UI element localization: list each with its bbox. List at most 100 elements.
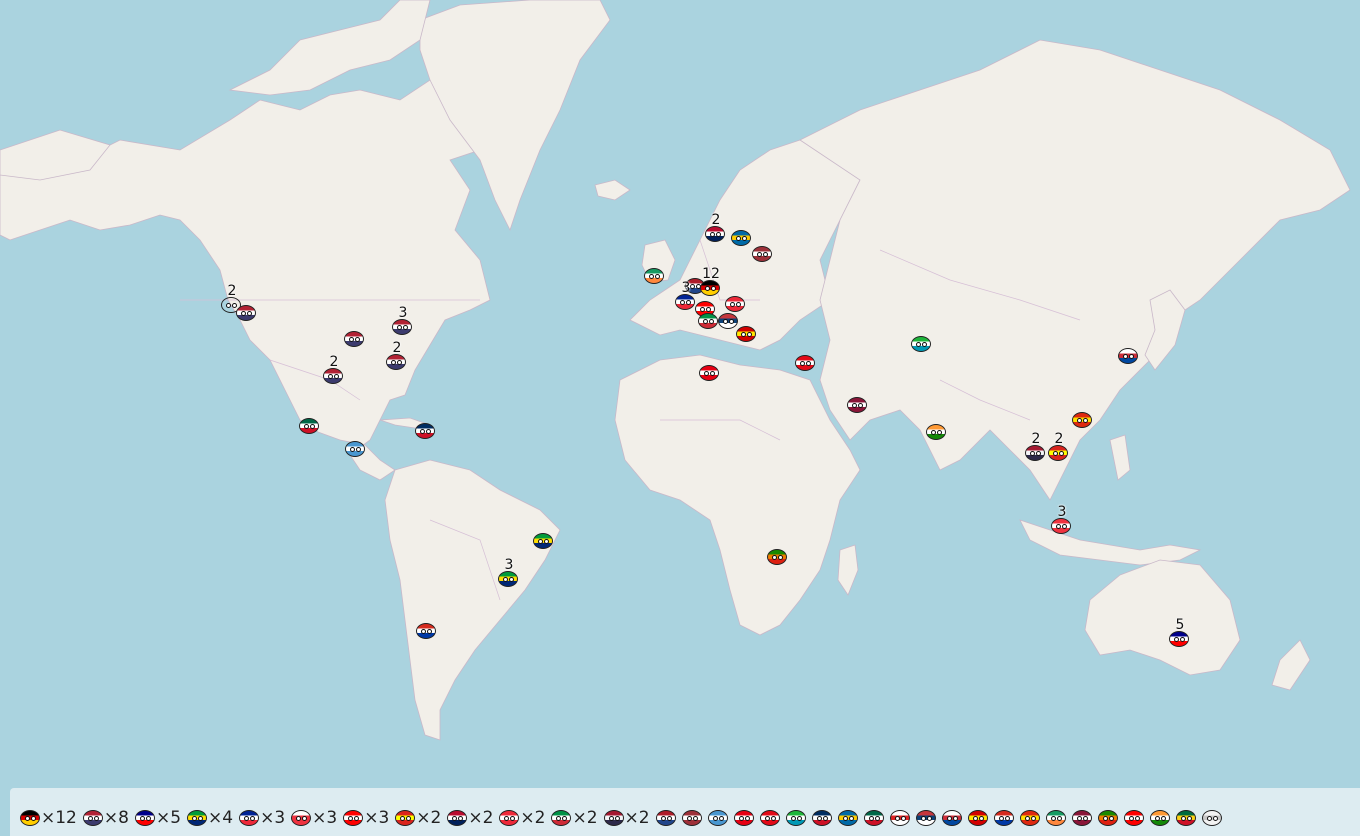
map-marker-sweden[interactable] bbox=[731, 226, 753, 248]
legend-item-usa[interactable]: ×8 bbox=[82, 808, 129, 828]
countryball-icon bbox=[345, 441, 365, 457]
legend-item-singapore[interactable]: ×3 bbox=[291, 808, 337, 828]
countryball-icon bbox=[1149, 810, 1170, 826]
map-marker-brazil-sao[interactable]: 3 bbox=[498, 557, 520, 589]
map-marker-chile[interactable] bbox=[416, 619, 438, 641]
map-marker-tunisia[interactable] bbox=[699, 361, 721, 383]
countryball-icon bbox=[291, 810, 312, 826]
countryball-icon bbox=[698, 313, 718, 329]
legend-item-zambia[interactable] bbox=[1097, 810, 1118, 826]
map-marker-india[interactable] bbox=[926, 420, 948, 442]
legend-item-peru[interactable] bbox=[1123, 810, 1144, 826]
countryball-icon bbox=[863, 810, 884, 826]
map-marker-us-texas[interactable]: 2 bbox=[323, 354, 345, 386]
countryball-icon bbox=[1045, 810, 1066, 826]
legend-item-dominican[interactable] bbox=[811, 810, 832, 826]
map-marker-us-northeast[interactable]: 3 bbox=[392, 305, 414, 337]
legend-item-latvia[interactable] bbox=[681, 810, 702, 826]
legend-item-unknown[interactable] bbox=[1201, 810, 1222, 826]
legend-item-korea[interactable] bbox=[941, 810, 962, 826]
map-marker-thailand[interactable]: 2 bbox=[1025, 431, 1047, 463]
legend-item-sweden[interactable] bbox=[837, 810, 858, 826]
legend-item-germany[interactable]: ×12 bbox=[20, 808, 77, 828]
legend-item-guatemala[interactable] bbox=[707, 810, 728, 826]
countryball-icon bbox=[655, 810, 676, 826]
map-marker-turkey[interactable] bbox=[795, 351, 817, 373]
countryball-icon bbox=[1097, 810, 1118, 826]
legend-item-brazil[interactable]: ×4 bbox=[187, 808, 233, 828]
world-map[interactable] bbox=[0, 0, 1360, 836]
map-marker-singapore[interactable]: 3 bbox=[1051, 504, 1073, 536]
map-marker-qatar[interactable] bbox=[847, 393, 869, 415]
map-marker-korea[interactable] bbox=[1118, 344, 1140, 366]
legend-item-canada[interactable] bbox=[889, 810, 910, 826]
legend-item-france[interactable]: ×3 bbox=[239, 808, 285, 828]
countryball-icon bbox=[1051, 518, 1071, 534]
legend-item-switzerland[interactable]: ×3 bbox=[343, 808, 389, 828]
legend-item-vietnam[interactable]: ×2 bbox=[395, 808, 441, 828]
legend-item-tunisia[interactable] bbox=[733, 810, 754, 826]
countryball-icon bbox=[392, 319, 412, 335]
countryball-icon bbox=[700, 280, 720, 296]
legend-item-macedonia[interactable] bbox=[967, 810, 988, 826]
legend-item-china[interactable] bbox=[1019, 810, 1040, 826]
countryball-icon bbox=[1025, 445, 1045, 461]
map-marker-germany[interactable]: 12 bbox=[700, 266, 722, 298]
map-marker-italy[interactable] bbox=[698, 309, 720, 331]
map-marker-dominican[interactable] bbox=[415, 419, 437, 441]
legend-item-australia[interactable]: ×5 bbox=[134, 808, 181, 828]
legend-count: ×2 bbox=[468, 808, 494, 828]
countryball-icon bbox=[911, 336, 931, 352]
countryball-icon bbox=[447, 810, 468, 826]
legend-item-uzbekistan[interactable] bbox=[785, 810, 806, 826]
legend-item-qatar[interactable] bbox=[1071, 810, 1092, 826]
countryball-icon bbox=[1123, 810, 1144, 826]
countryball-icon bbox=[386, 354, 406, 370]
map-marker-us-southeast[interactable]: 2 bbox=[386, 340, 408, 372]
marker-count: 5 bbox=[1175, 617, 1185, 633]
legend-item-thailand[interactable]: ×2 bbox=[603, 808, 650, 828]
legend-item-india[interactable] bbox=[1149, 810, 1170, 826]
countryball-icon bbox=[795, 355, 815, 371]
legend-item-austria[interactable]: ×2 bbox=[499, 808, 545, 828]
map-marker-uzbekistan[interactable] bbox=[911, 332, 933, 354]
countryball-icon bbox=[718, 313, 738, 329]
map-marker-us-midwest[interactable] bbox=[344, 327, 366, 349]
marker-count: 3 bbox=[398, 305, 408, 321]
map-marker-brazil-east[interactable] bbox=[533, 529, 555, 551]
map-marker-us-seattle[interactable] bbox=[236, 301, 258, 323]
marker-count: 2 bbox=[329, 354, 339, 370]
map-marker-norway[interactable]: 2 bbox=[705, 212, 727, 244]
countryball-icon bbox=[1201, 810, 1222, 826]
legend-item-italy[interactable]: ×2 bbox=[551, 808, 598, 828]
legend-item-norway[interactable]: ×2 bbox=[447, 808, 493, 828]
legend-count: ×3 bbox=[364, 808, 390, 828]
map-marker-mexico[interactable] bbox=[299, 414, 321, 436]
countryball-icon bbox=[767, 549, 787, 565]
countryball-icon bbox=[837, 810, 858, 826]
countryball-icon bbox=[681, 810, 702, 826]
legend-item-serbia[interactable] bbox=[915, 810, 936, 826]
legend-bar: ×12 ×8 ×5 ×4 ×3 ×3 ×3 ×2 ×2 ×2 ×2 ×2 bbox=[10, 788, 1360, 836]
legend-item-netherlands[interactable] bbox=[655, 810, 676, 826]
map-marker-vietnam[interactable]: 2 bbox=[1048, 431, 1070, 463]
legend-count: ×2 bbox=[520, 808, 546, 828]
map-marker-australia[interactable]: 5 bbox=[1169, 617, 1191, 649]
legend-count: ×2 bbox=[572, 808, 598, 828]
legend-item-chile[interactable] bbox=[993, 810, 1014, 826]
countryball-icon bbox=[1118, 348, 1138, 364]
map-marker-guatemala[interactable] bbox=[345, 437, 367, 459]
map-marker-macedonia[interactable] bbox=[736, 322, 758, 344]
map-marker-ireland[interactable] bbox=[644, 264, 666, 286]
map-marker-france[interactable]: 3 bbox=[675, 280, 697, 312]
marker-count: 2 bbox=[392, 340, 402, 356]
map-marker-latvia[interactable] bbox=[752, 242, 774, 264]
legend-count: ×12 bbox=[41, 808, 77, 828]
map-marker-zambia[interactable] bbox=[767, 545, 789, 567]
legend-item-ghana[interactable] bbox=[1175, 810, 1196, 826]
countryball-icon bbox=[551, 810, 572, 826]
legend-item-ireland[interactable] bbox=[1045, 810, 1066, 826]
legend-item-mexico[interactable] bbox=[863, 810, 884, 826]
legend-item-turkey[interactable] bbox=[759, 810, 780, 826]
map-marker-hongkong[interactable] bbox=[1072, 408, 1094, 430]
